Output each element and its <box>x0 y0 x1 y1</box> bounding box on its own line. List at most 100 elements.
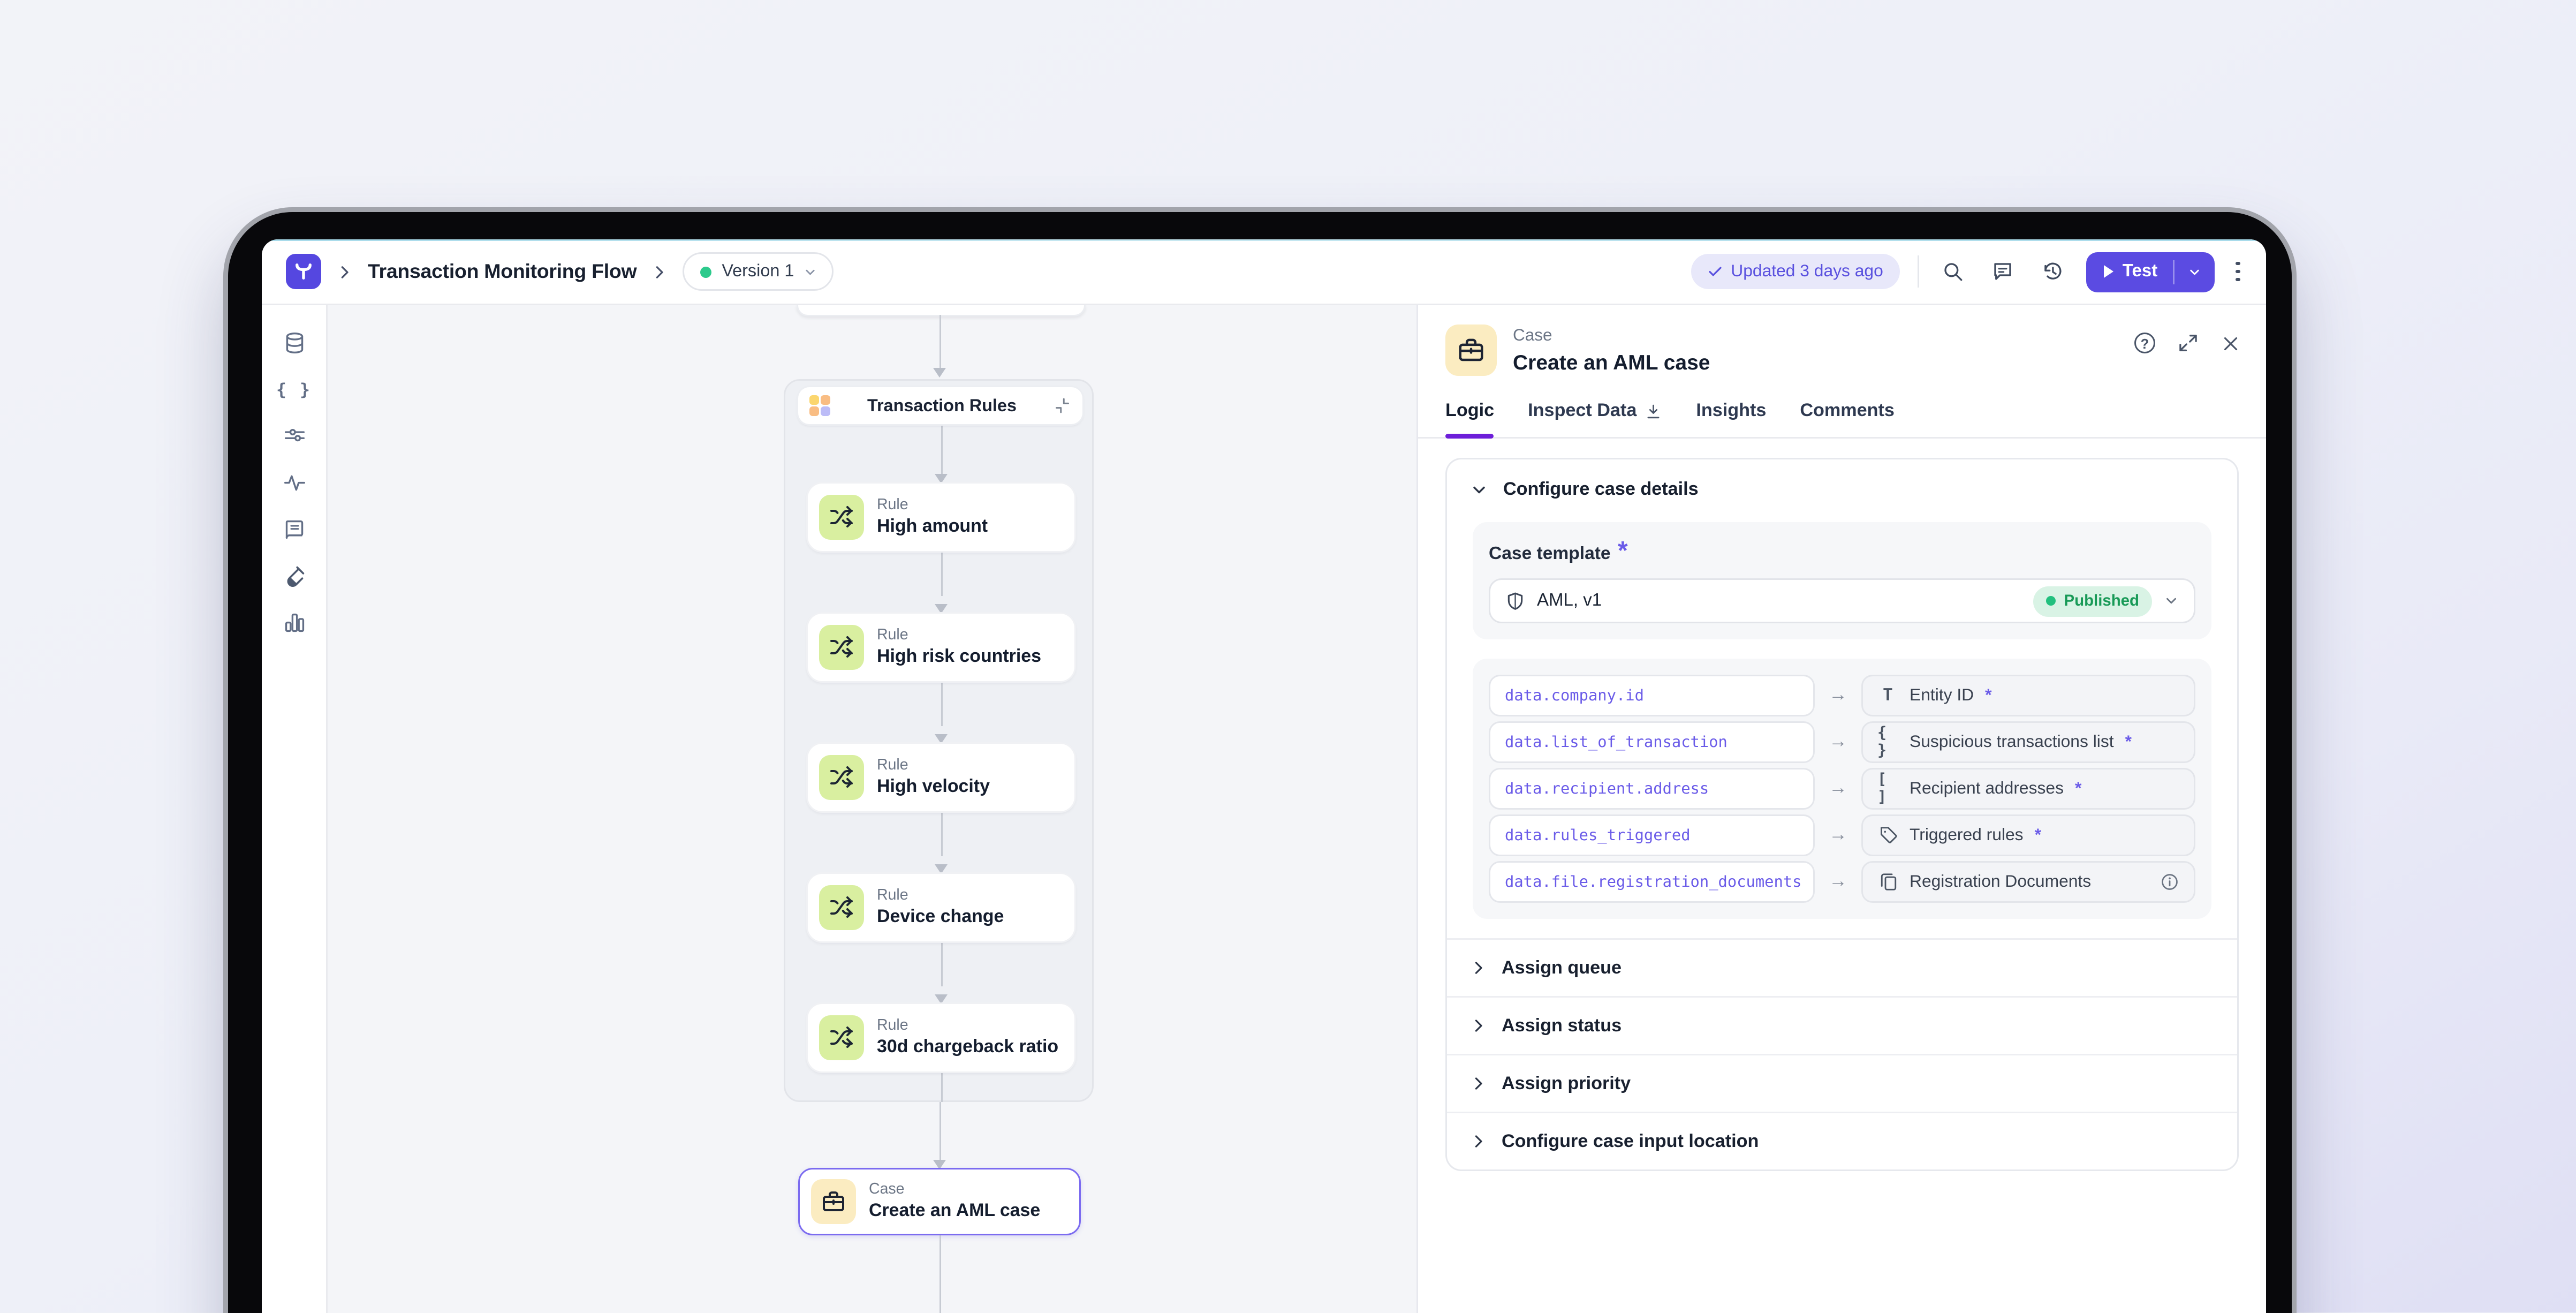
node-type-label: Rule <box>877 757 990 775</box>
connector-line <box>939 1235 941 1313</box>
test-button[interactable]: Test <box>2086 252 2173 292</box>
case-template-value: AML, v1 <box>1537 591 2022 610</box>
required-marker: * <box>1618 538 1628 565</box>
connector-arrow <box>934 474 947 484</box>
breadcrumb-chevron-icon <box>336 263 353 281</box>
expand-icon[interactable] <box>2178 333 2199 353</box>
updated-status-badge: Updated 3 days ago <box>1691 254 1899 289</box>
field-mappings-card: data.company.id Entity ID * da <box>1473 659 2211 919</box>
node-type-label: Rule <box>877 497 988 515</box>
check-icon <box>1707 263 1723 280</box>
sidebar-item-activity[interactable] <box>281 471 308 495</box>
node-rule-30d-chargeback-ratio[interactable]: Rule 30d chargeback ratio <box>808 1004 1074 1071</box>
group-transaction-rules[interactable]: Transaction Rules Rule High amount <box>784 379 1094 1102</box>
section-configure-case-details[interactable]: Configure case details <box>1447 459 2237 520</box>
sidebar-item-settings[interactable] <box>281 424 308 448</box>
sidebar-item-variables[interactable]: { } <box>281 378 308 402</box>
test-split-button: Test <box>2086 252 2215 292</box>
app-header: Transaction Monitoring Flow Version 1 Up… <box>262 239 2266 305</box>
logo-glyph <box>292 260 315 283</box>
node-type-label: Rule <box>877 887 1004 905</box>
text-type-icon <box>1877 686 1898 705</box>
connector-line <box>941 1071 942 1102</box>
braces-icon: { } <box>276 380 312 399</box>
sidebar-item-lab[interactable] <box>281 564 308 588</box>
tab-insights[interactable]: Insights <box>1696 402 1766 437</box>
search-button[interactable] <box>1936 255 1968 288</box>
case-template-select[interactable]: AML, v1 Published <box>1489 578 2195 623</box>
node-rule-device-change[interactable]: Rule Device change <box>808 874 1074 941</box>
required-marker: * <box>1985 686 1991 705</box>
book-icon <box>282 517 306 541</box>
required-marker: * <box>2035 826 2041 845</box>
node-case-create-aml-case-selected[interactable]: Case Create an AML case <box>798 1168 1081 1235</box>
node-title: Device change <box>877 905 1004 928</box>
mapping-source-input[interactable]: data.company.id <box>1489 675 1815 716</box>
node-rule-high-velocity[interactable]: Rule High velocity <box>808 744 1074 811</box>
mapping-target-label: Recipient addresses <box>1910 779 2064 798</box>
tab-logic[interactable]: Logic <box>1445 402 1494 437</box>
sidebar-item-analytics[interactable] <box>281 610 308 635</box>
files-icon <box>1877 872 1898 892</box>
group-header[interactable]: Transaction Rules <box>798 387 1082 424</box>
case-template-card: Case template * AML, v1 Published <box>1473 522 2211 639</box>
section-assign-status[interactable]: Assign status <box>1447 996 2237 1054</box>
tab-comments[interactable]: Comments <box>1800 402 1895 437</box>
close-icon[interactable] <box>2221 334 2240 353</box>
version-selector[interactable]: Version 1 <box>683 252 834 291</box>
database-icon <box>282 331 306 355</box>
test-options-button[interactable] <box>2175 252 2215 292</box>
help-icon[interactable] <box>2134 333 2155 353</box>
rule-icon-tile <box>819 755 864 800</box>
upstream-node-partial[interactable] <box>797 305 1086 316</box>
breadcrumb-flow-name[interactable]: Transaction Monitoring Flow <box>368 260 637 283</box>
mapping-source-input[interactable]: data.recipient.address <box>1489 768 1815 810</box>
arrow-right-icon <box>1815 826 1861 845</box>
sidebar-item-docs[interactable] <box>281 517 308 541</box>
node-rule-high-amount[interactable]: Rule High amount <box>808 484 1074 551</box>
node-detail-panel: Case Create an AML case Logic Inspect Da… <box>1416 305 2266 1313</box>
connector-line <box>941 551 942 596</box>
panel-type-label: Case <box>1513 326 1710 345</box>
mapping-source-input[interactable]: data.rules_triggered <box>1489 814 1815 856</box>
braces-icon <box>1877 725 1898 760</box>
panel-tabs: Logic Inspect Data Insights Comments <box>1418 395 2266 439</box>
chevron-right-icon <box>1469 959 1487 977</box>
play-icon <box>2103 265 2113 278</box>
case-icon-tile <box>1445 325 1497 376</box>
mapping-row: data.recipient.address Recipient address… <box>1489 768 2195 810</box>
sidebar-item-records[interactable] <box>281 331 308 355</box>
chevron-down-icon <box>1469 480 1489 500</box>
mapping-target-field[interactable]: Entity ID * <box>1861 675 2195 716</box>
app-logo[interactable] <box>286 254 321 289</box>
connector-line <box>939 315 941 368</box>
mapping-target-field[interactable]: Recipient addresses * <box>1861 768 2195 810</box>
mapping-source-input[interactable]: data.file.registration_documents <box>1489 861 1815 903</box>
more-options-button[interactable] <box>2233 258 2244 285</box>
history-button[interactable] <box>2036 255 2068 288</box>
arrow-right-icon <box>1815 686 1861 705</box>
node-rule-high-risk-countries[interactable]: Rule High risk countries <box>808 614 1074 681</box>
connector-arrow <box>934 604 947 614</box>
info-icon[interactable] <box>2160 872 2179 892</box>
header-divider <box>1917 255 1919 288</box>
mapping-source-input[interactable]: data.list_of_transaction <box>1489 721 1815 763</box>
mapping-target-field[interactable]: Triggered rules * <box>1861 814 2195 856</box>
connector-line <box>941 681 942 726</box>
shuffle-icon <box>829 895 854 920</box>
page-background: Transaction Monitoring Flow Version 1 Up… <box>0 0 2576 1313</box>
section-assign-queue[interactable]: Assign queue <box>1447 938 2237 996</box>
node-type-label: Rule <box>877 627 1041 645</box>
section-configure-case-input-location[interactable]: Configure case input location <box>1447 1112 2237 1169</box>
workflow-canvas[interactable]: Transaction Rules Rule High amount <box>328 305 1416 1313</box>
comments-button[interactable] <box>1986 255 2018 288</box>
published-badge: Published <box>2034 586 2152 616</box>
tab-inspect-data[interactable]: Inspect Data <box>1528 402 1662 437</box>
mapping-target-field[interactable]: Suspicious transactions list * <box>1861 721 2195 763</box>
mapping-target-field[interactable]: Registration Documents <box>1861 861 2195 903</box>
panel-header: Case Create an AML case <box>1418 305 2266 395</box>
updated-status-label: Updated 3 days ago <box>1731 262 1883 281</box>
section-assign-priority[interactable]: Assign priority <box>1447 1054 2237 1112</box>
collapse-icon[interactable] <box>1054 397 1071 414</box>
search-icon <box>1941 260 1964 283</box>
